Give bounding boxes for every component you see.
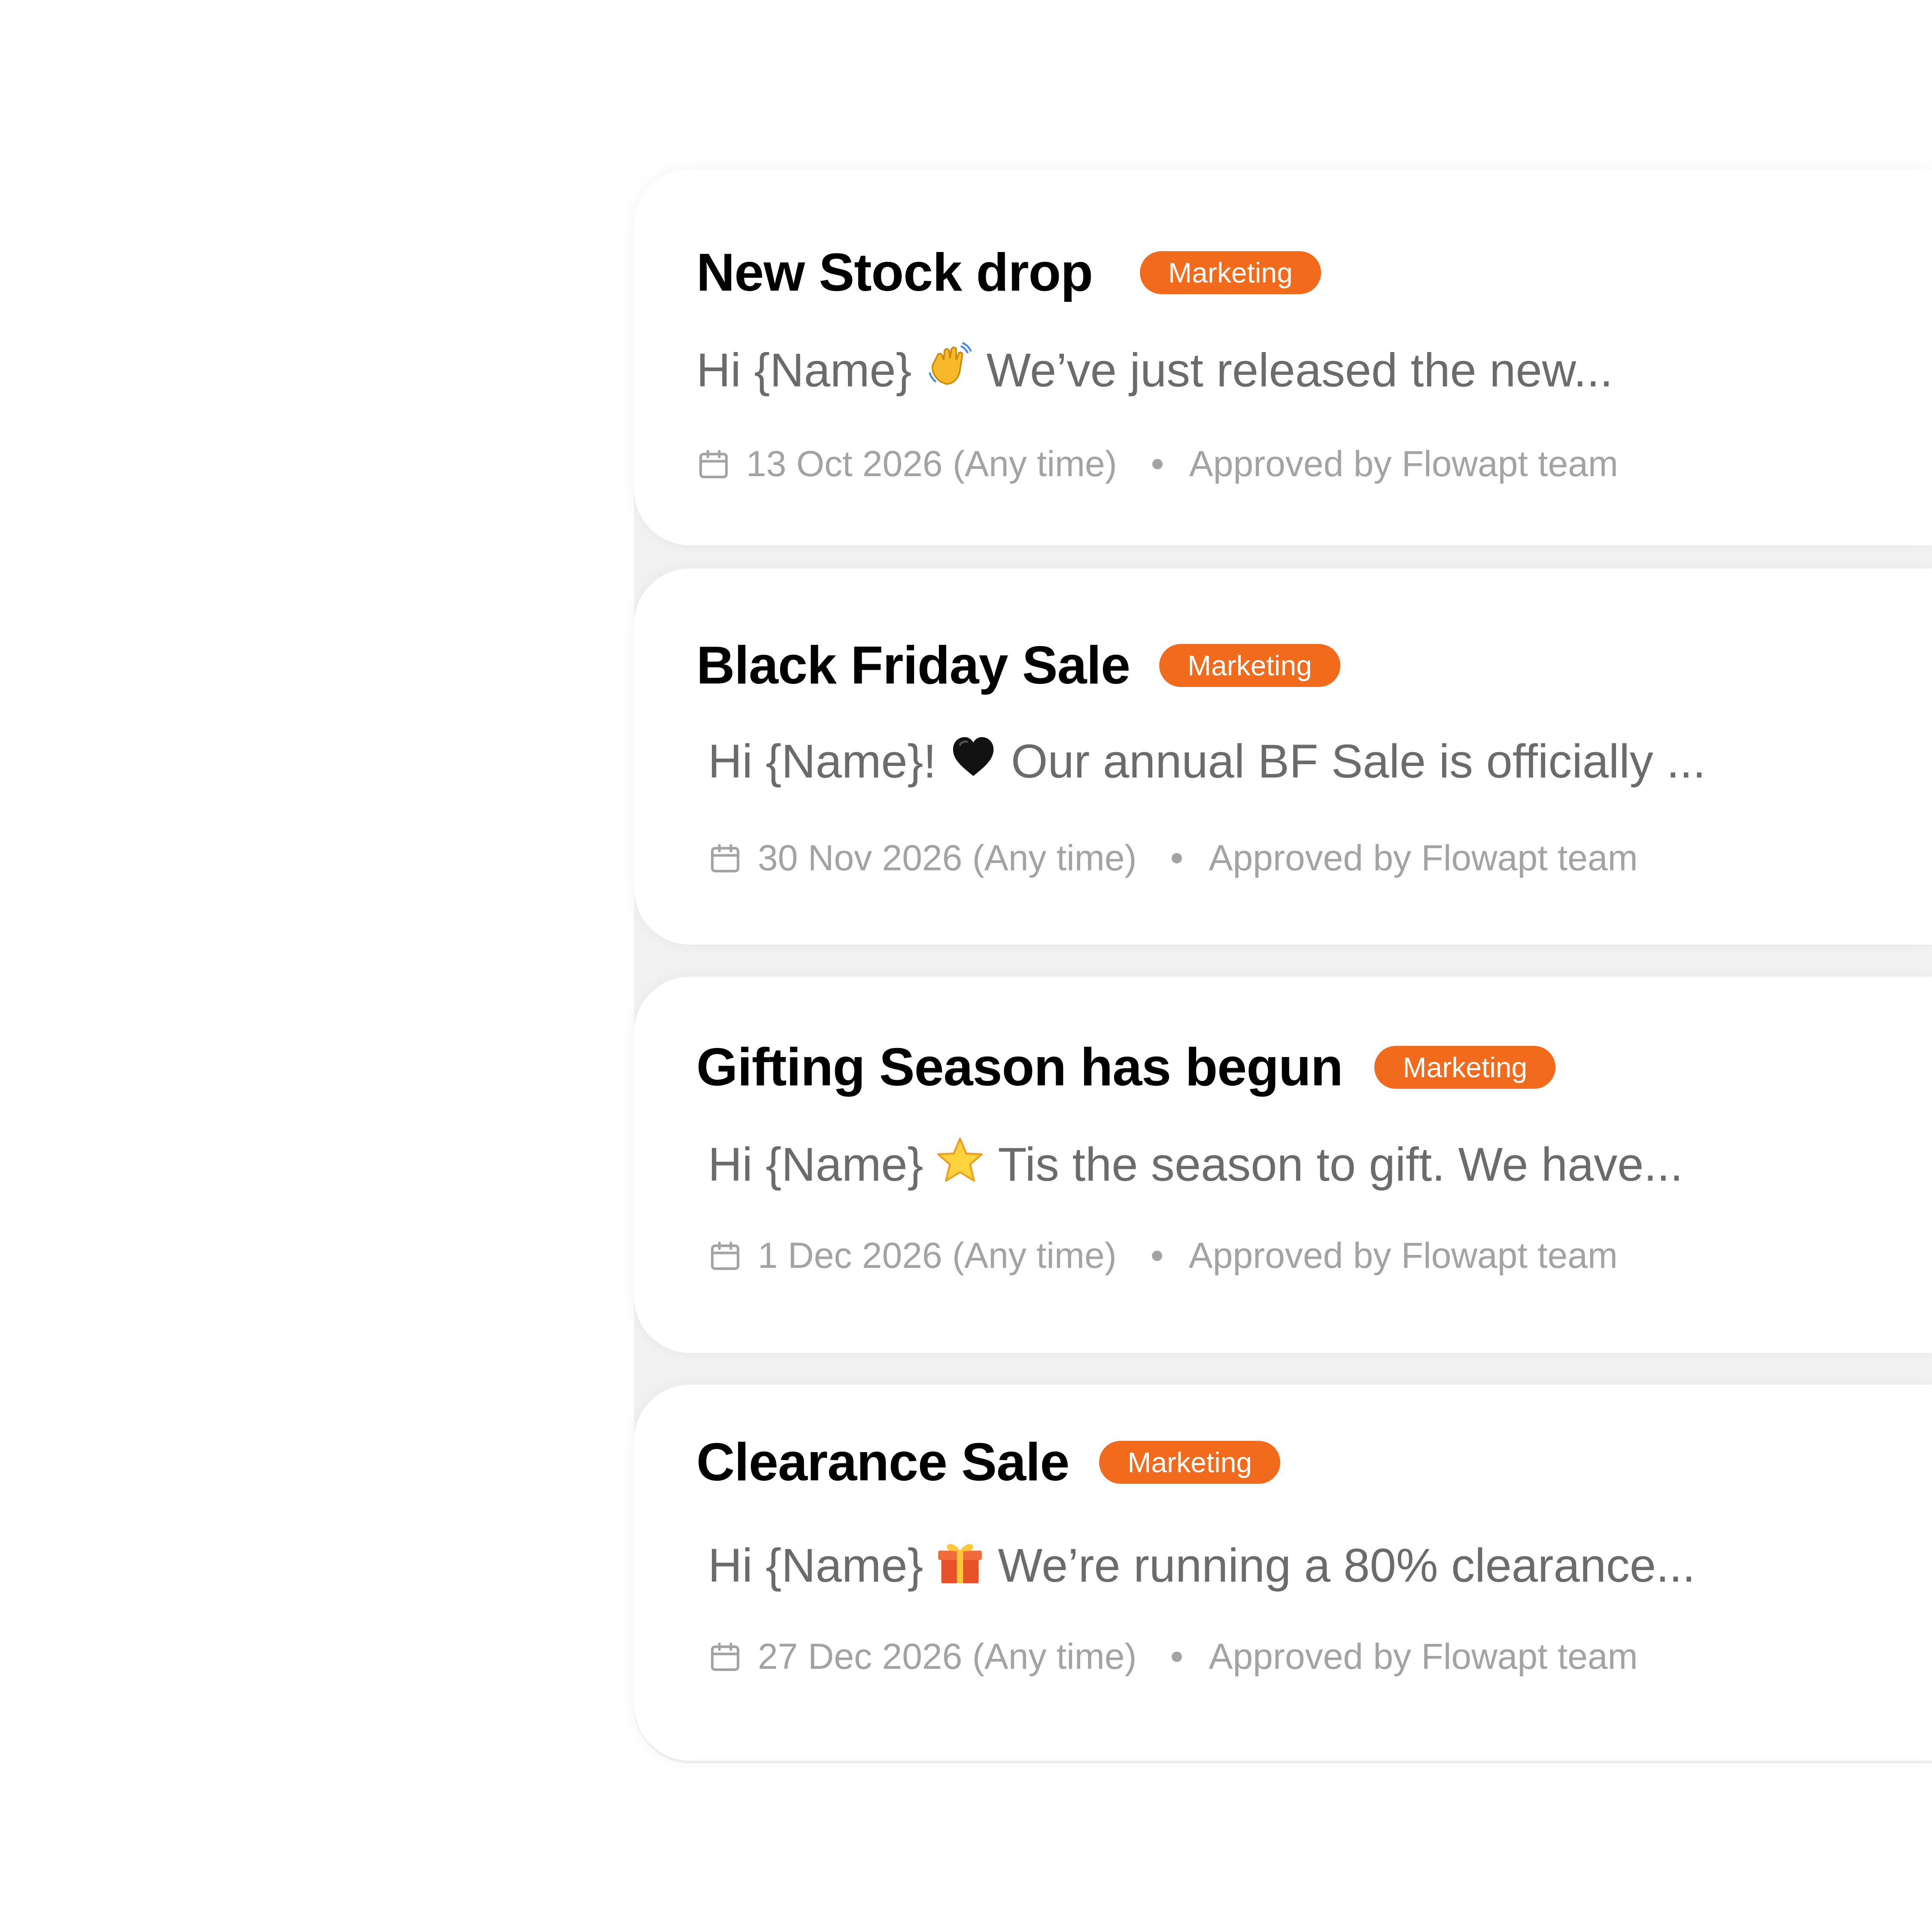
message-meta: 30 Nov 2026 (Any time) Approved by Flowa…: [708, 837, 1638, 879]
approval-status: Approved by Flowapt team: [1188, 1235, 1618, 1276]
message-card[interactable]: Gifting Season has begun Marketing Hi {N…: [634, 977, 1932, 1353]
card-header: New Stock drop Marketing: [696, 242, 1321, 303]
separator-dot: [1152, 459, 1163, 469]
preview-greeting: Hi {Name}: [708, 1539, 923, 1592]
separator-dot: [1151, 1250, 1162, 1261]
calendar-icon: [708, 1640, 742, 1674]
preview-text: We’ve just released the new...: [986, 344, 1613, 397]
message-meta: 27 Dec 2026 (Any time) Approved by Flowa…: [708, 1636, 1638, 1677]
separator-dot: [1172, 853, 1182, 863]
category-badge: Marketing: [1374, 1046, 1556, 1089]
star-icon: [935, 1136, 985, 1185]
approval-status: Approved by Flowapt team: [1209, 838, 1638, 878]
card-title: Black Friday Sale: [696, 636, 1130, 695]
category-badge: Marketing: [1140, 251, 1321, 294]
message-preview: Hi {Name}! Our annual BF Sale is officia…: [708, 734, 1706, 789]
approval-status: Approved by Flowapt team: [1189, 444, 1618, 484]
card-header: Gifting Season has begun Marketing: [696, 1037, 1556, 1098]
card-header: Black Friday Sale Marketing: [696, 635, 1340, 696]
message-card[interactable]: Black Friday Sale Marketing Hi {Name}! O…: [634, 568, 1932, 945]
card-title: Clearance Sale: [696, 1433, 1069, 1492]
waving-hand-icon: [923, 341, 973, 391]
separator-dot: [1172, 1651, 1182, 1662]
category-badge: Marketing: [1099, 1441, 1281, 1484]
card-title: Gifting Season has begun: [696, 1038, 1343, 1097]
message-card[interactable]: Clearance Sale Marketing Hi {Name} We’re…: [634, 1385, 1932, 1761]
message-card[interactable]: New Stock drop Marketing Hi {Name} We’ve…: [634, 169, 1932, 545]
message-preview: Hi {Name} Tis the season to gift. We hav…: [708, 1137, 1683, 1192]
gift-icon: [935, 1537, 985, 1586]
black-heart-icon: [948, 732, 998, 782]
preview-greeting: Hi {Name}: [696, 344, 912, 397]
message-meta: 13 Oct 2026 (Any time) Approved by Flowa…: [696, 443, 1618, 485]
preview-text: Tis the season to gift. We have...: [998, 1138, 1683, 1191]
card-title: New Stock drop: [696, 243, 1093, 302]
schedule-date: 1 Dec 2026 (Any time): [758, 1235, 1117, 1276]
category-badge: Marketing: [1159, 644, 1340, 687]
message-preview: Hi {Name} We’re running a 80% clearance.…: [708, 1538, 1695, 1593]
preview-greeting: Hi {Name}!: [708, 735, 936, 788]
preview-text: Our annual BF Sale is officially ...: [1011, 735, 1706, 788]
message-meta: 1 Dec 2026 (Any time) Approved by Flowap…: [708, 1235, 1618, 1276]
calendar-icon: [708, 841, 742, 875]
calendar-icon: [696, 447, 731, 481]
schedule-date: 27 Dec 2026 (Any time): [758, 1636, 1137, 1677]
message-preview: Hi {Name} We’ve just released the new...: [696, 341, 1613, 398]
card-header: Clearance Sale Marketing: [696, 1432, 1281, 1493]
approval-status: Approved by Flowapt team: [1209, 1636, 1638, 1677]
calendar-icon: [708, 1239, 742, 1273]
schedule-date: 13 Oct 2026 (Any time): [746, 444, 1117, 484]
schedule-date: 30 Nov 2026 (Any time): [758, 838, 1137, 878]
preview-greeting: Hi {Name}: [708, 1138, 923, 1191]
preview-text: We’re running a 80% clearance...: [998, 1539, 1695, 1592]
